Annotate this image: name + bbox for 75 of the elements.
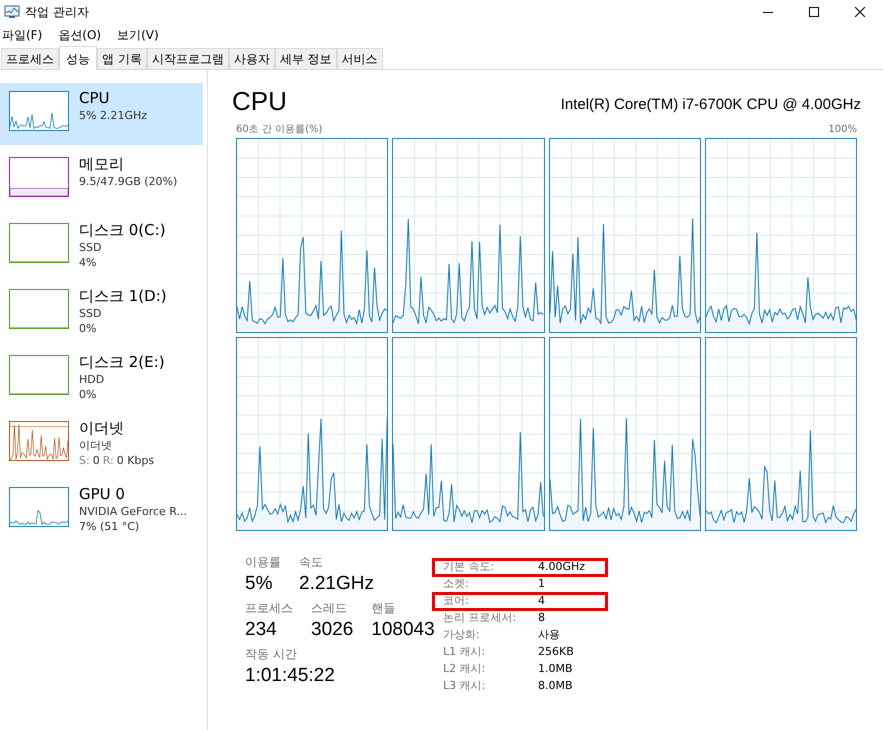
- item-title: GPU 0: [79, 485, 126, 504]
- stat-value: 234: [245, 618, 278, 642]
- item-title: 이더넷: [79, 419, 125, 438]
- menu-item[interactable]: 옵션(O): [56, 26, 104, 44]
- stat-label: 속도: [299, 554, 324, 571]
- stat-value: 108043: [371, 618, 435, 642]
- sidebar-item[interactable]: 메모리 9.5/47.9GB (20%): [0, 149, 203, 211]
- tab[interactable]: 사용자: [228, 48, 275, 69]
- info-label: 코어:: [443, 593, 470, 610]
- item-title: 디스크 0(C:): [79, 221, 166, 240]
- maximize-icon: [809, 7, 819, 17]
- stat-value: 1:01:45:22: [245, 664, 335, 688]
- menu-item[interactable]: 보기(V): [115, 26, 161, 44]
- stat-label: 핸들: [371, 600, 396, 617]
- page-title: CPU: [232, 86, 287, 116]
- sidebar-item[interactable]: 이더넷 이더넷 S: 0 R: 0 Kbps: [0, 413, 203, 475]
- info-value: 256KB: [538, 644, 574, 660]
- stat-label: 작동 시간: [245, 646, 298, 663]
- stat-value: 5%: [245, 572, 274, 596]
- graph-max-label: 100%: [828, 123, 857, 137]
- info-value: 4.00GHz: [538, 559, 586, 576]
- tab[interactable]: 시작프로그램: [146, 48, 229, 69]
- menu-item[interactable]: 파일(F): [0, 26, 44, 44]
- info-label: 소켓:: [443, 576, 470, 592]
- send-label: S:: [79, 453, 90, 468]
- close-icon: [855, 7, 865, 17]
- item-detail: 7% (51 °C): [79, 519, 140, 534]
- item-detail: 9.5/47.9GB (20%): [79, 174, 178, 189]
- item-detail: 5% 2.21GHz: [79, 108, 148, 123]
- processor-model: Intel(R) Core(TM) i7-6700K CPU @ 4.00GHz: [560, 95, 861, 115]
- stat-label: 스레드: [311, 600, 348, 617]
- item-detail: 4%: [79, 255, 98, 270]
- stat-value: 2.21GHz: [299, 572, 374, 596]
- sidebar-item[interactable]: GPU 0 NVIDIA GeForce R... 7% (51 °C): [0, 479, 203, 541]
- receive-label: R:: [102, 453, 114, 468]
- info-label: 논리 프로세서:: [443, 610, 518, 626]
- info-label: L1 캐시:: [443, 644, 486, 660]
- graph-caption: 60초 간 이용률(%): [236, 123, 322, 137]
- sidebar-item[interactable]: 디스크 1(D:) SSD 0%: [0, 281, 203, 343]
- tab[interactable]: 서비스: [336, 48, 383, 69]
- tab[interactable]: 세부 정보: [274, 48, 337, 69]
- item-detail: SSD: [79, 240, 102, 255]
- receive-value: 0 Kbps: [116, 453, 154, 468]
- info-value: 사용: [538, 627, 560, 644]
- item-detail: 이더넷: [79, 438, 113, 453]
- tab[interactable]: 프로세스: [1, 48, 59, 69]
- item-title: 디스크 1(D:): [79, 287, 167, 306]
- monitor-icon: [4, 5, 20, 19]
- info-value: 1.0MB: [538, 661, 573, 678]
- info-value: 8: [538, 610, 545, 626]
- tab[interactable]: 성능: [59, 46, 97, 70]
- info-value: 4: [538, 593, 545, 610]
- item-detail: HDD: [79, 372, 106, 387]
- tab[interactable]: 앱 기록: [97, 48, 147, 69]
- stat-value: 3026: [311, 618, 354, 642]
- stat-label: 이용률: [245, 554, 281, 571]
- item-detail: SSD: [79, 306, 102, 321]
- item-title: 메모리: [79, 155, 125, 174]
- info-label: L3 캐시:: [443, 678, 486, 694]
- info-value: 8.0MB: [538, 678, 573, 694]
- stat-label: 프로세스: [245, 600, 293, 617]
- item-detail: 0%: [79, 387, 98, 402]
- item-detail: 0%: [79, 321, 98, 336]
- send-value: 0: [92, 453, 100, 468]
- info-label: 가상화:: [443, 627, 481, 644]
- window-title: 작업 관리자: [25, 4, 89, 21]
- info-label: 기본 속도:: [443, 559, 496, 576]
- item-title: 디스크 2(E:): [79, 353, 165, 372]
- item-title: CPU: [79, 89, 110, 108]
- sidebar-item[interactable]: 디스크 2(E:) HDD 0%: [0, 347, 203, 409]
- info-value: 1: [538, 576, 545, 592]
- item-detail: NVIDIA GeForce R...: [79, 504, 188, 519]
- sidebar-item[interactable]: 디스크 0(C:) SSD 4%: [0, 215, 203, 277]
- sidebar-item[interactable]: CPU 5% 2.21GHz: [0, 83, 203, 145]
- info-label: L2 캐시:: [443, 661, 486, 678]
